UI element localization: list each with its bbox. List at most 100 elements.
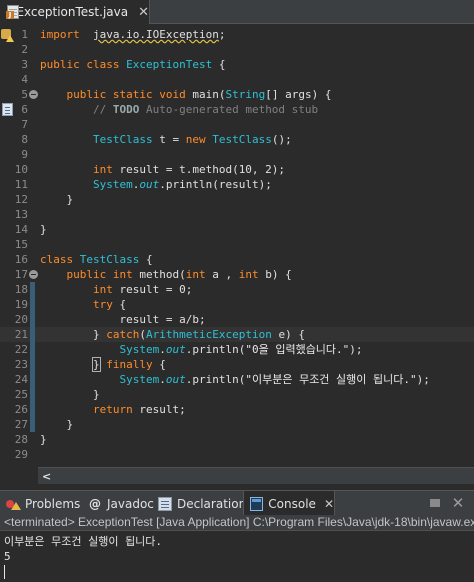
tab-declaration-label: Declaration bbox=[177, 496, 247, 511]
line-number: 19 bbox=[14, 298, 28, 311]
line-number: 16 bbox=[14, 253, 28, 266]
code-token: a , bbox=[205, 268, 239, 281]
editor-tab-label: ExceptionTest.java bbox=[16, 5, 129, 19]
code-token: int bbox=[238, 268, 259, 281]
code-text: TestClass t = new TestClass(); bbox=[40, 132, 292, 147]
code-line[interactable]: 27 } bbox=[0, 417, 474, 432]
arrow-left-icon[interactable]: < bbox=[42, 470, 51, 483]
code-token: result; bbox=[132, 403, 186, 416]
code-line[interactable]: 25 } bbox=[0, 387, 474, 402]
scope-range-bar bbox=[30, 417, 35, 432]
code-line[interactable]: 3 public class ExceptionTest { bbox=[0, 57, 474, 72]
line-number: 14 bbox=[14, 223, 28, 236]
code-line[interactable]: 1 import java.io.IOException; bbox=[0, 27, 474, 42]
code-token: "이부분은 무조건 실행이 됩니다." bbox=[245, 373, 417, 386]
code-text: result = a/b; bbox=[40, 312, 206, 327]
collapse-icon[interactable] bbox=[29, 90, 38, 99]
code-text: System.out.println("0을 입력했습니다."); bbox=[40, 342, 362, 357]
code-line[interactable]: 7 bbox=[0, 117, 474, 132]
code-line[interactable]: 29 bbox=[0, 447, 474, 462]
code-token: Auto-generated method stub bbox=[139, 103, 319, 116]
code-text: } bbox=[40, 222, 47, 237]
declaration-icon bbox=[158, 496, 172, 511]
warning-icon[interactable] bbox=[1, 28, 14, 42]
close-icon[interactable]: ✕ bbox=[138, 5, 149, 20]
line-number: 22 bbox=[14, 343, 28, 356]
code-token: { bbox=[112, 298, 127, 311]
code-token: ; bbox=[218, 28, 226, 41]
code-line[interactable]: 15 bbox=[0, 237, 474, 252]
code-line[interactable]: 21 } catch(ArithmeticException e) { bbox=[0, 327, 474, 342]
code-text: class TestClass { bbox=[40, 252, 153, 267]
code-token: result = t.method(10, 2); bbox=[112, 163, 286, 176]
code-token: { bbox=[139, 253, 153, 266]
line-number: 24 bbox=[14, 373, 28, 386]
console-caret bbox=[4, 564, 470, 579]
tab-javadoc[interactable]: @ Javadoc bbox=[88, 491, 154, 516]
code-token: result = a/b; bbox=[40, 313, 206, 326]
code-line[interactable]: 11 System.out.println(result); bbox=[0, 177, 474, 192]
code-line[interactable]: 13 bbox=[0, 207, 474, 222]
code-text: public static void main(String[] args) { bbox=[40, 87, 332, 102]
code-line[interactable]: 8 TestClass t = new TestClass(); bbox=[0, 132, 474, 147]
code-text: } bbox=[40, 432, 47, 447]
code-text: // TODO Auto-generated method stub bbox=[40, 102, 318, 117]
code-line[interactable]: 24 System.out.println("이부분은 무조건 실행이 됩니다.… bbox=[0, 372, 474, 387]
code-token: System bbox=[119, 343, 160, 356]
code-token: (); bbox=[271, 133, 292, 146]
code-line[interactable]: 18 int result = 0; bbox=[0, 282, 474, 297]
line-number: 28 bbox=[14, 433, 28, 446]
code-line[interactable]: 26 return result; bbox=[0, 402, 474, 417]
tab-declaration[interactable]: Declaration bbox=[158, 491, 246, 516]
line-number: 3 bbox=[21, 58, 28, 71]
minimize-icon[interactable] bbox=[428, 496, 442, 510]
code-line[interactable]: 6 // TODO Auto-generated method stub bbox=[0, 102, 474, 117]
editor-tab-exceptiontest[interactable]: J ExceptionTest.java ✕ bbox=[0, 0, 150, 24]
code-line[interactable]: 17 public int method(int a , int b) { bbox=[0, 267, 474, 282]
code-token: } bbox=[40, 388, 100, 401]
line-number: 6 bbox=[21, 103, 28, 116]
code-line[interactable]: 10 int result = t.method(10, 2); bbox=[0, 162, 474, 177]
code-token: { bbox=[152, 358, 166, 371]
code-line[interactable]: 2 bbox=[0, 42, 474, 57]
code-text: int result = 0; bbox=[40, 282, 192, 297]
code-line[interactable]: 19 try { bbox=[0, 297, 474, 312]
close-icon[interactable]: ✕ bbox=[324, 497, 334, 511]
code-token: out bbox=[165, 373, 186, 386]
tab-problems[interactable]: Problems bbox=[6, 491, 80, 516]
code-line[interactable]: 16 class TestClass { bbox=[0, 252, 474, 267]
code-token: . bbox=[159, 343, 166, 356]
code-line[interactable]: 9 bbox=[0, 147, 474, 162]
collapse-icon[interactable] bbox=[29, 270, 38, 279]
code-line[interactable]: 14} bbox=[0, 222, 474, 237]
code-text: System.out.println("이부분은 무조건 실행이 됩니다."); bbox=[40, 372, 429, 387]
code-line[interactable]: 23 } finally { bbox=[0, 357, 474, 372]
console-output[interactable]: 이부분은 무조건 실행이 됩니다. 5 bbox=[0, 531, 474, 582]
maximize-icon[interactable]: ✕ bbox=[451, 496, 465, 511]
tab-console[interactable]: Console ✕ bbox=[243, 491, 335, 516]
code-line[interactable]: 28} bbox=[0, 432, 474, 447]
code-line[interactable]: 12 } bbox=[0, 192, 474, 207]
code-token: . bbox=[159, 373, 166, 386]
scope-range-bar bbox=[30, 297, 35, 312]
scope-range-bar bbox=[30, 357, 35, 372]
code-line[interactable]: 5 public static void main(String[] args)… bbox=[0, 87, 474, 102]
code-line[interactable]: 20 result = a/b; bbox=[0, 312, 474, 327]
task-icon[interactable] bbox=[2, 103, 13, 116]
horizontal-scrollbar[interactable]: < bbox=[38, 467, 474, 484]
line-number: 9 bbox=[21, 148, 28, 161]
code-line[interactable]: 22 System.out.println("0을 입력했습니다."); bbox=[0, 342, 474, 357]
console-output-line: 5 bbox=[4, 550, 11, 563]
code-line[interactable]: 4 bbox=[0, 72, 474, 87]
code-text: return result; bbox=[40, 402, 186, 417]
code-editor[interactable]: 1 import java.io.IOException; 2 3 public cla… bbox=[0, 25, 474, 465]
line-number: 1 bbox=[21, 28, 28, 41]
code-token: out bbox=[139, 178, 160, 191]
